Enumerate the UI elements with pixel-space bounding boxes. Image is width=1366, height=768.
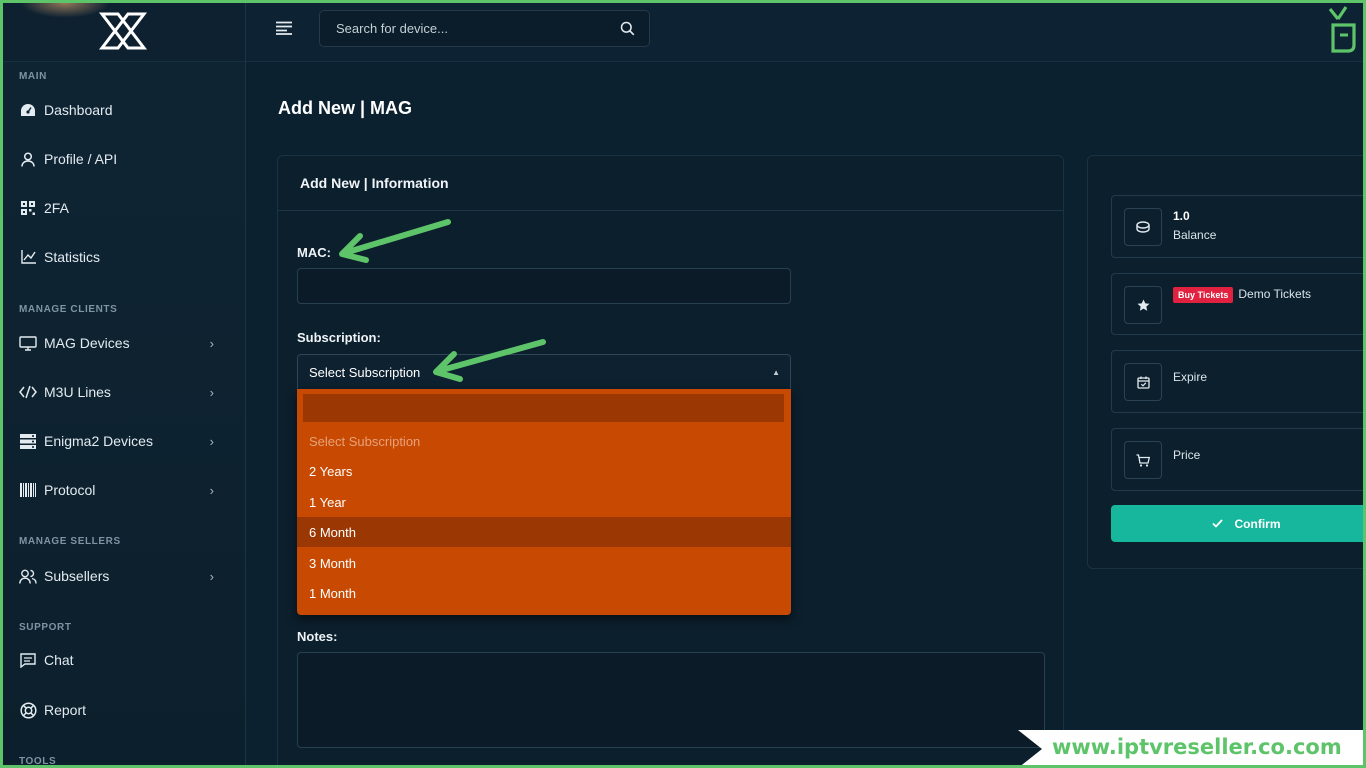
chevron-right-icon: ›: [209, 568, 214, 584]
qr-icon: [19, 199, 37, 217]
check-icon: [1211, 519, 1223, 528]
card-title: Add New | Information: [278, 156, 1063, 211]
sidebar-item-dashboard[interactable]: Dashboard: [0, 92, 246, 128]
menu-toggle-icon[interactable]: [275, 21, 293, 35]
sidebar-item-chat[interactable]: Chat: [0, 642, 246, 678]
search-input[interactable]: [320, 21, 610, 36]
chevron-right-icon: ›: [209, 335, 214, 351]
sidebar-item-label: MAG Devices: [44, 335, 130, 351]
balance-value: 1.0: [1173, 209, 1190, 223]
top-header: [246, 0, 1366, 62]
users-icon: [19, 567, 37, 585]
logo-glow: [20, 0, 110, 18]
sidebar-item-protocol[interactable]: Protocol ›: [0, 472, 246, 508]
lifebuoy-icon: [19, 701, 37, 719]
sidebar-item-label: Statistics: [44, 249, 101, 265]
sidebar-item-enigma2-devices[interactable]: Enigma2 Devices ›: [0, 423, 246, 459]
sidebar-item-profile[interactable]: Profile / API: [0, 141, 246, 177]
sidebar-item-label: Profile / API: [44, 151, 118, 167]
sidebar-item-statistics[interactable]: Statistics: [0, 239, 246, 275]
sidebar-item-report[interactable]: Report: [0, 692, 246, 728]
caret-up-icon: ▲: [772, 368, 780, 377]
dropdown-search-input[interactable]: [303, 394, 784, 422]
search-bar: [319, 10, 650, 47]
subscription-label: Subscription:: [297, 330, 381, 345]
chevron-right-icon: ›: [209, 482, 214, 498]
balance-label: Balance: [1173, 228, 1217, 242]
section-support: SUPPORT: [19, 622, 72, 633]
sidebar-item-label: Dashboard: [44, 102, 113, 118]
mac-input[interactable]: [297, 268, 791, 304]
price-label: Price: [1173, 448, 1201, 462]
brand-badge-icon: [1328, 6, 1356, 53]
sidebar-item-label: Subsellers: [44, 568, 110, 584]
price-box: Price: [1111, 428, 1366, 491]
sidebar-item-label: Enigma2 Devices: [44, 433, 153, 449]
cart-icon: [1124, 441, 1162, 479]
code-icon: [19, 383, 37, 401]
monitor-icon: [19, 334, 37, 352]
star-icon: [1124, 286, 1162, 324]
tickets-box: Buy Tickets Demo Tickets: [1111, 273, 1366, 335]
tickets-row: Buy Tickets Demo Tickets: [1173, 287, 1311, 303]
notes-label: Notes:: [297, 629, 338, 644]
option-1-year[interactable]: 1 Year: [297, 487, 791, 517]
section-main: MAIN: [19, 71, 47, 82]
sidebar: MAIN Dashboard Profile / API 2FA Statist…: [0, 0, 246, 768]
buy-tickets-badge[interactable]: Buy Tickets: [1173, 287, 1234, 303]
expire-label: Expire: [1173, 370, 1208, 384]
sidebar-item-m3u-lines[interactable]: M3U Lines ›: [0, 374, 246, 410]
sidebar-item-label: Protocol: [44, 482, 96, 498]
confirm-button[interactable]: Confirm: [1111, 505, 1366, 542]
watermark-text: www.iptvreseller.co.com: [1052, 735, 1342, 759]
expire-box: Expire: [1111, 350, 1366, 413]
barcode-icon: [19, 481, 37, 499]
annotation-arrow-icon: [339, 219, 451, 263]
section-tools: TOOLS: [19, 756, 57, 767]
sidebar-item-mag-devices[interactable]: MAG Devices ›: [0, 325, 246, 361]
chevron-right-icon: ›: [209, 433, 214, 449]
section-manage-sellers: MANAGE SELLERS: [19, 536, 121, 547]
coin-icon: [1124, 208, 1162, 246]
server-icon: [19, 432, 37, 450]
option-placeholder[interactable]: Select Subscription: [297, 426, 791, 456]
subscription-dropdown: Select Subscription 2 Years 1 Year 6 Mon…: [297, 389, 791, 615]
annotation-arrow-icon: [433, 339, 546, 382]
sidebar-item-label: M3U Lines: [44, 384, 111, 400]
sidebar-item-subsellers[interactable]: Subsellers ›: [0, 558, 246, 594]
section-manage-clients: MANAGE CLIENTS: [19, 304, 118, 315]
sidebar-item-label: Chat: [44, 652, 74, 668]
chat-icon: [19, 651, 37, 669]
user-icon: [19, 150, 37, 168]
summary-card: 1.0 Balance Buy Tickets Demo Tickets Expi…: [1087, 155, 1366, 569]
chart-icon: [19, 248, 37, 266]
option-2-years[interactable]: 2 Years: [297, 456, 791, 486]
tickets-label: Demo Tickets: [1238, 287, 1312, 302]
option-6-month[interactable]: 6 Month: [297, 517, 791, 547]
notes-textarea[interactable]: [297, 652, 1045, 748]
mac-label: MAC:: [297, 245, 331, 260]
page-title: Add New | MAG: [278, 98, 413, 118]
balance-box: 1.0 Balance: [1111, 195, 1366, 258]
logo-area: [0, 0, 245, 62]
chevron-right-icon: ›: [209, 384, 214, 400]
sidebar-item-label: 2FA: [44, 200, 69, 216]
dashboard-icon: [19, 101, 37, 119]
sidebar-item-2fa[interactable]: 2FA: [0, 190, 246, 226]
search-icon[interactable]: [620, 21, 635, 36]
confirm-label: Confirm: [1234, 516, 1281, 531]
option-3-month[interactable]: 3 Month: [297, 548, 791, 578]
option-1-month[interactable]: 1 Month: [297, 578, 791, 608]
sidebar-item-label: Report: [44, 702, 87, 718]
calendar-icon: [1124, 363, 1162, 401]
select-value: Select Subscription: [309, 364, 421, 380]
